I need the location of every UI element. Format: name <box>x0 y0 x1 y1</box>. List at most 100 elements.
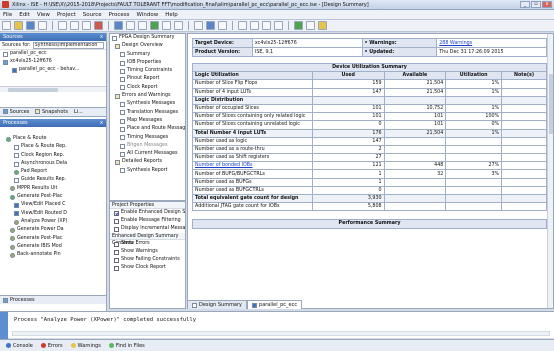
process-item[interactable]: Pad Report <box>0 168 106 176</box>
scroll-thumb[interactable] <box>8 88 58 92</box>
menu-help[interactable]: Help <box>165 12 178 18</box>
menu-file[interactable]: File <box>3 12 12 18</box>
copy-icon[interactable] <box>70 21 79 30</box>
tab-processes[interactable]: Processes <box>10 297 35 303</box>
minimize-button[interactable]: _ <box>520 1 530 8</box>
process-item[interactable]: Place & Route <box>0 135 106 143</box>
nav-item[interactable]: Timing Constraints <box>110 67 185 75</box>
option-show-failing-constraints[interactable]: Show Failing Constraints <box>110 256 185 264</box>
find-icon[interactable] <box>138 21 147 30</box>
cut-icon[interactable] <box>58 21 67 30</box>
process-item[interactable]: Generate Post-Plac <box>0 193 106 201</box>
undo-icon[interactable] <box>162 21 171 30</box>
nav-item[interactable]: Bitgen Messages <box>110 142 185 150</box>
comment-icon[interactable] <box>262 21 271 30</box>
process-item[interactable]: Clock Region Rep. <box>0 152 106 160</box>
tree-item-device[interactable]: xc4vlx25-12ff676 <box>0 58 106 66</box>
nav-item[interactable]: Detailed Reports <box>110 158 185 166</box>
tab-errors[interactable]: Errors <box>40 343 63 349</box>
cascade-icon[interactable] <box>126 21 135 30</box>
option-enable-message-filtering[interactable]: Enable Message Filtering <box>110 217 185 225</box>
checkbox[interactable] <box>114 210 119 216</box>
warnings-link[interactable]: 288 Warnings <box>439 41 472 46</box>
tab-design-summary[interactable]: Design Summary <box>187 300 248 309</box>
report-scrollbar[interactable] <box>547 34 553 308</box>
zoom-icon[interactable] <box>206 21 215 30</box>
indent-icon[interactable] <box>238 21 247 30</box>
tab-libraries[interactable]: Li... <box>74 109 83 115</box>
new-file-icon[interactable] <box>2 21 11 30</box>
tab-console[interactable]: Console <box>6 343 33 349</box>
tab-snapshots[interactable]: Snapshots <box>35 109 68 115</box>
process-item[interactable]: View/Edit Placed C <box>0 201 106 209</box>
checkbox[interactable] <box>114 241 119 247</box>
nav-item[interactable]: Timing Messages <box>110 134 185 142</box>
checkbox[interactable] <box>114 218 119 224</box>
menu-source[interactable]: Source <box>83 12 102 18</box>
menu-edit[interactable]: Edit <box>19 12 30 18</box>
nav-item[interactable]: Map Messages <box>110 117 185 125</box>
help-icon[interactable] <box>318 21 327 30</box>
process-item[interactable]: Asynchronous Dela <box>0 160 106 168</box>
process-item[interactable]: Back-annotate Pin <box>0 251 106 259</box>
process-item[interactable]: Analyze Power (XP) <box>0 218 106 226</box>
process-item[interactable]: Generate Power Da <box>0 226 106 234</box>
paste-icon[interactable] <box>82 21 91 30</box>
row-link[interactable]: Number of bonded IOBs <box>195 163 253 168</box>
window-tile-icon[interactable] <box>114 21 123 30</box>
tab-find-in-files[interactable]: Find in Files <box>108 343 145 349</box>
binoculars-icon[interactable] <box>194 21 203 30</box>
option-display-incremental[interactable]: Display Incremental Messages <box>110 225 185 233</box>
nav-item[interactable]: All Current Messages <box>110 150 185 158</box>
nav-item[interactable]: Synthesis Report <box>110 167 185 175</box>
sources-for-select[interactable]: Synthesis/Implementation <box>32 41 104 49</box>
outdent-icon[interactable] <box>250 21 259 30</box>
tree-item-project[interactable]: parallel_pc_ecc <box>0 50 106 58</box>
nav-item[interactable]: IOB Properties <box>110 59 185 67</box>
delete-icon[interactable] <box>94 21 103 30</box>
tab-warnings[interactable]: Warnings <box>70 343 101 349</box>
tab-parallel-pc-ecc[interactable]: parallel_pc_ecc <box>247 300 303 309</box>
nav-item[interactable]: Pinout Report <box>110 75 185 83</box>
process-item[interactable]: Generate IBIS Mod <box>0 243 106 251</box>
option-show-errors[interactable]: Show Errors <box>110 240 185 248</box>
menu-view[interactable]: View <box>37 12 50 18</box>
process-item[interactable]: Place & Route Rep. <box>0 143 106 151</box>
scroll-thumb[interactable] <box>549 74 553 134</box>
save-icon[interactable] <box>26 21 35 30</box>
sources-scrollbar[interactable] <box>0 86 106 92</box>
nav-item[interactable]: FPGA Design Summary <box>110 34 185 42</box>
maximize-button[interactable]: ▫ <box>531 1 541 8</box>
edit-icon[interactable] <box>218 21 227 30</box>
close-icon[interactable]: x <box>100 119 103 127</box>
process-item[interactable]: View/Edit Routed D <box>0 210 106 218</box>
process-item[interactable]: MPPR Results Uit <box>0 185 106 193</box>
nav-item[interactable]: Place and Route Messages <box>110 125 185 133</box>
uncomment-icon[interactable] <box>274 21 283 30</box>
redo-icon[interactable] <box>174 21 183 30</box>
open-folder-icon[interactable] <box>14 21 23 30</box>
menu-window[interactable]: Window <box>137 12 159 18</box>
checkbox[interactable] <box>114 249 119 255</box>
design-summary-icon[interactable] <box>150 21 159 30</box>
menu-process[interactable]: Process <box>109 12 130 18</box>
checkbox[interactable] <box>114 265 119 271</box>
nav-item[interactable]: Summary <box>110 51 185 59</box>
nav-item[interactable]: Errors and Warnings <box>110 92 185 100</box>
implement-icon[interactable] <box>294 21 303 30</box>
print-icon[interactable] <box>38 21 47 30</box>
tab-sources[interactable]: Sources <box>3 109 29 115</box>
nav-item[interactable]: Synthesis Messages <box>110 100 185 108</box>
option-show-clock-report[interactable]: Show Clock Report <box>110 264 185 272</box>
option-enable-enhanced-summary[interactable]: Enable Enhanced Design Summary <box>110 209 185 217</box>
process-item[interactable]: Guide Results Rep. <box>0 176 106 184</box>
nav-item[interactable]: Clock Report <box>110 84 185 92</box>
option-show-warnings[interactable]: Show Warnings <box>110 248 185 256</box>
menu-project[interactable]: Project <box>57 12 76 18</box>
process-item[interactable]: Generate Post-Plac <box>0 235 106 243</box>
checkbox[interactable] <box>114 226 119 232</box>
checkbox[interactable] <box>114 257 119 263</box>
stop-icon[interactable] <box>306 21 315 30</box>
tree-item-module[interactable]: parallel_pc_ecc - behav... <box>0 66 106 74</box>
close-icon[interactable]: x <box>100 33 103 41</box>
